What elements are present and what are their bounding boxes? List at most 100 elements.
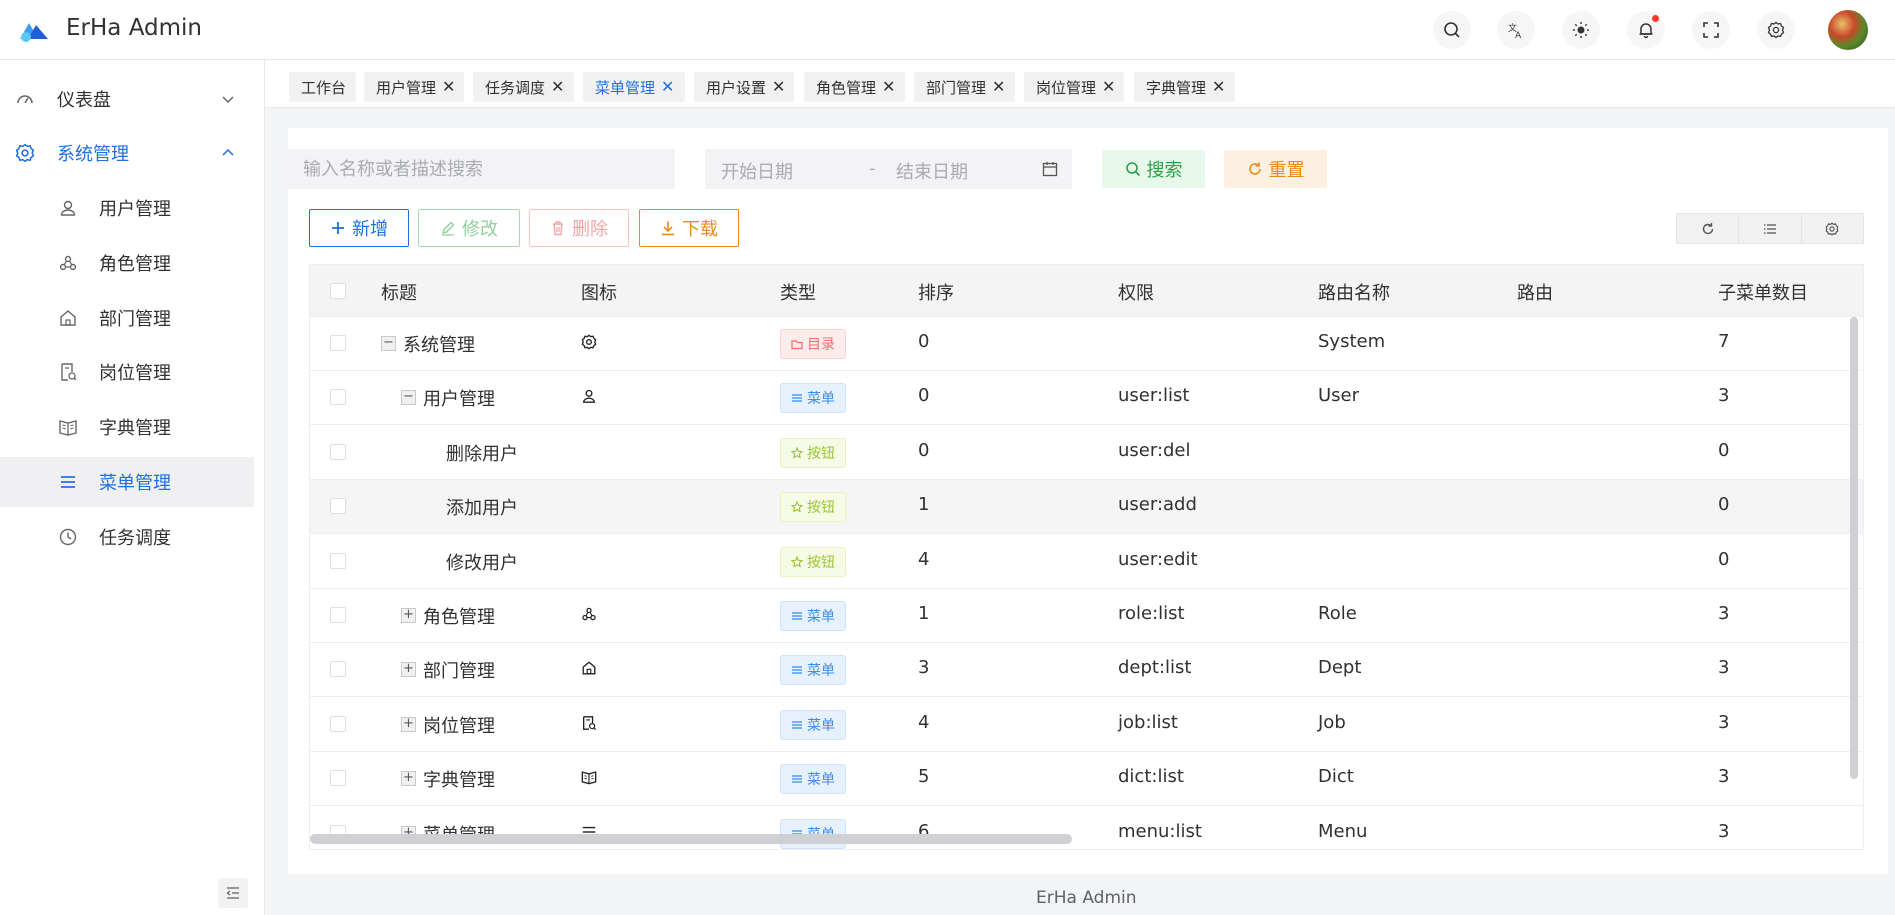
row-checkbox[interactable]: [330, 443, 346, 460]
type-tag: 按钮: [780, 492, 846, 523]
close-icon[interactable]: ✕: [882, 79, 895, 95]
search-button[interactable]: [1433, 11, 1471, 49]
table-row[interactable]: + 字典管理 菜单 5 dict:list Dict 3: [310, 752, 1863, 807]
close-icon[interactable]: ✕: [772, 79, 785, 95]
search-button[interactable]: 搜索: [1102, 150, 1205, 188]
search-icon: [1125, 162, 1140, 177]
language-button[interactable]: 文A: [1497, 11, 1535, 49]
cell-route-name: Menu: [1318, 820, 1368, 842]
settings-button[interactable]: [1757, 11, 1795, 49]
avatar[interactable]: [1828, 10, 1868, 50]
download-button[interactable]: 下载: [639, 209, 739, 247]
sidebar-item-label: 任务调度: [99, 528, 171, 549]
table-row[interactable]: + 部门管理 菜单 3 dept:list Dept 3: [310, 643, 1863, 698]
sidebar-item-users[interactable]: 用户管理: [0, 183, 254, 233]
row-checkbox[interactable]: [330, 552, 346, 569]
type-tag: 菜单: [780, 655, 846, 686]
row-checkbox[interactable]: [330, 661, 346, 678]
table-row[interactable]: 删除用户 按钮 0 user:del 0: [310, 426, 1863, 480]
column-header[interactable]: 排序: [918, 279, 954, 305]
close-icon[interactable]: ✕: [661, 79, 674, 95]
table-row[interactable]: 修改用户 按钮 4 user:edit 0: [310, 535, 1863, 589]
row-checkbox[interactable]: [330, 498, 346, 515]
vertical-scrollbar[interactable]: [1850, 317, 1858, 779]
close-icon[interactable]: ✕: [1212, 79, 1225, 95]
sidebar-item-dashboard[interactable]: 仪表盘: [0, 74, 254, 124]
row-checkbox[interactable]: [330, 607, 346, 623]
date-range-picker[interactable]: 开始日期 - 结束日期: [705, 149, 1072, 189]
row-checkbox[interactable]: [330, 335, 346, 351]
expand-icon[interactable]: +: [401, 608, 416, 623]
expand-icon[interactable]: +: [401, 662, 416, 678]
refresh-table-button[interactable]: [1677, 214, 1740, 243]
menu-icon: [792, 394, 802, 403]
tab-menus[interactable]: 菜单管理 ✕: [583, 72, 685, 102]
tab-jobs[interactable]: 岗位管理 ✕: [1024, 72, 1124, 102]
column-header[interactable]: 图标: [581, 279, 617, 305]
cell-children-count: 3: [1718, 711, 1730, 733]
tab-users[interactable]: 用户管理 ✕: [364, 72, 464, 102]
expand-icon[interactable]: +: [401, 771, 416, 787]
column-header[interactable]: 路由名称: [1318, 279, 1390, 305]
tab-roles[interactable]: 角色管理 ✕: [804, 72, 905, 102]
table-row[interactable]: − 用户管理 菜单 0 user:list User 3: [310, 371, 1863, 426]
cell-permission: user:add: [1118, 494, 1197, 516]
reset-button[interactable]: 重置: [1224, 150, 1327, 188]
column-header[interactable]: 权限: [1118, 279, 1154, 305]
table-row[interactable]: + 岗位管理 菜单 4 job:list Job 3: [310, 698, 1863, 752]
notification-button[interactable]: [1627, 11, 1665, 49]
sidebar-item-dictionary[interactable]: 字典管理: [0, 402, 254, 452]
table-row[interactable]: + 角色管理 菜单 1 role:list Role 3: [310, 589, 1863, 643]
tab-dictionary[interactable]: 字典管理 ✕: [1134, 72, 1235, 102]
folder-icon: [791, 340, 803, 350]
sidebar-item-scheduler[interactable]: 任务调度: [0, 512, 254, 562]
close-icon[interactable]: ✕: [551, 79, 564, 95]
collapse-icon[interactable]: −: [401, 390, 416, 406]
delete-button[interactable]: 删除: [529, 209, 629, 247]
column-header[interactable]: 类型: [780, 279, 816, 305]
start-date-placeholder: 开始日期: [721, 162, 793, 183]
expand-icon[interactable]: +: [401, 716, 416, 732]
type-tag: 菜单: [780, 383, 846, 414]
theme-button[interactable]: [1562, 11, 1600, 49]
select-all-checkbox[interactable]: [330, 283, 346, 299]
sidebar-item-menus[interactable]: 菜单管理: [0, 457, 254, 507]
edit-button[interactable]: 修改: [418, 209, 520, 247]
column-header[interactable]: 子菜单数目: [1718, 279, 1808, 305]
cell-sort: 0: [918, 439, 930, 461]
search-input[interactable]: [287, 149, 675, 189]
fullscreen-button[interactable]: [1692, 11, 1730, 49]
close-icon[interactable]: ✕: [442, 79, 455, 95]
close-icon[interactable]: ✕: [1102, 79, 1115, 95]
sidebar-item-departments[interactable]: 部门管理: [0, 293, 254, 343]
sidebar-item-roles[interactable]: 角色管理: [0, 238, 254, 288]
table-row[interactable]: − 系统管理 目录 0 System 7: [310, 317, 1863, 371]
type-tag-label: 菜单: [807, 663, 835, 680]
tab-label: 工作台: [301, 78, 347, 97]
close-icon[interactable]: ✕: [992, 79, 1005, 95]
sidebar-item-system[interactable]: 系统管理: [0, 128, 254, 178]
column-header[interactable]: 路由: [1517, 279, 1553, 305]
row-checkbox[interactable]: [330, 770, 346, 787]
column-settings-button[interactable]: [1802, 214, 1863, 243]
menu-icon: [792, 721, 802, 729]
tab-workbench[interactable]: 工作台: [289, 72, 356, 102]
sidebar-item-jobs[interactable]: 岗位管理: [0, 347, 254, 397]
row-checkbox[interactable]: [330, 389, 346, 406]
density-button[interactable]: [1739, 214, 1802, 243]
collapse-icon[interactable]: −: [381, 336, 396, 351]
cell-sort: 1: [918, 494, 930, 516]
tab-label: 字典管理: [1146, 78, 1207, 97]
tab-scheduler[interactable]: 任务调度 ✕: [473, 72, 574, 102]
tab-departments[interactable]: 部门管理 ✕: [914, 72, 1015, 102]
tab-label: 用户设置: [706, 78, 767, 97]
column-header[interactable]: 标题: [381, 279, 417, 305]
add-button[interactable]: 新增: [309, 209, 409, 247]
table-row[interactable]: 添加用户 按钮 1 user:add 0: [310, 480, 1863, 535]
sidebar-item-label: 角色管理: [99, 254, 171, 275]
collapse-sidebar-button[interactable]: [218, 878, 248, 908]
tab-user-settings[interactable]: 用户设置 ✕: [694, 72, 794, 102]
row-checkbox[interactable]: [330, 715, 346, 732]
horizontal-scrollbar[interactable]: [310, 834, 1072, 844]
cell-permission: dict:list: [1118, 766, 1184, 788]
